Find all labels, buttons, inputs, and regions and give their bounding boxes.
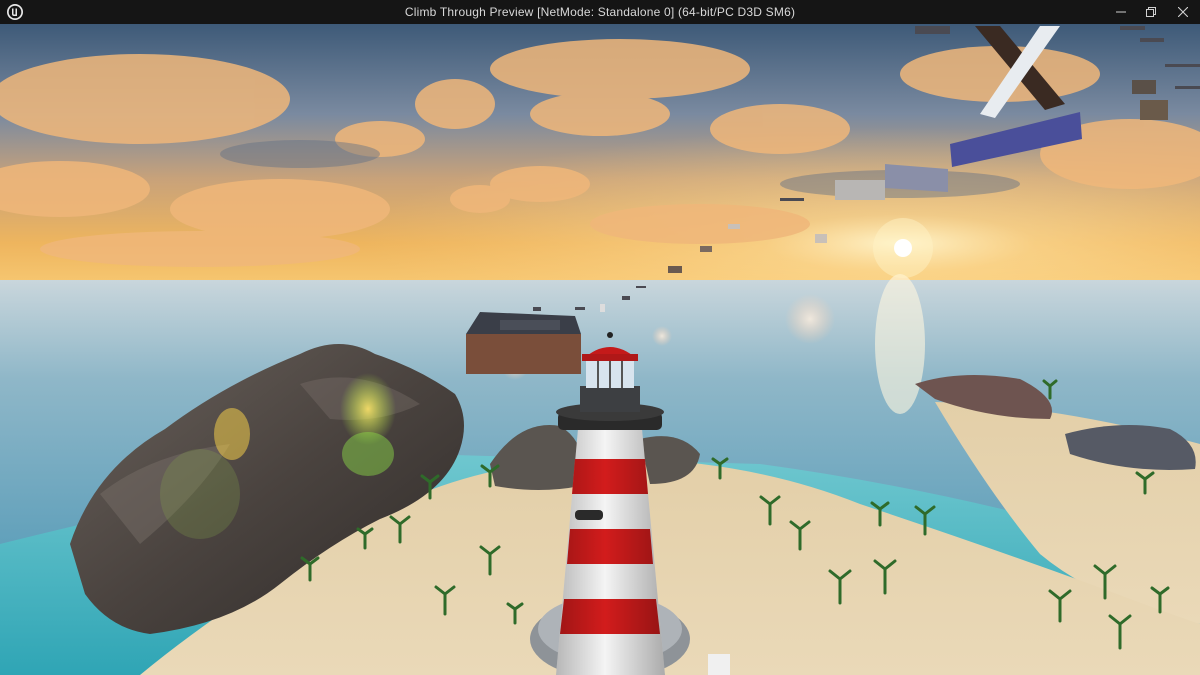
sun-icon: [873, 218, 933, 278]
brick-house: [466, 312, 581, 374]
maximize-icon: [1146, 7, 1156, 17]
close-button[interactable]: [1166, 0, 1200, 24]
game-viewport[interactable]: [0, 24, 1200, 675]
title-bar[interactable]: Climb Through Preview [NetMode: Standalo…: [0, 0, 1200, 24]
close-icon: [1178, 7, 1188, 17]
game-window: Climb Through Preview [NetMode: Standalo…: [0, 0, 1200, 675]
maximize-button[interactable]: [1134, 0, 1168, 24]
window-title: Climb Through Preview [NetMode: Standalo…: [404, 5, 796, 19]
minimize-icon: [1116, 11, 1126, 13]
minimize-button[interactable]: [1104, 0, 1138, 24]
